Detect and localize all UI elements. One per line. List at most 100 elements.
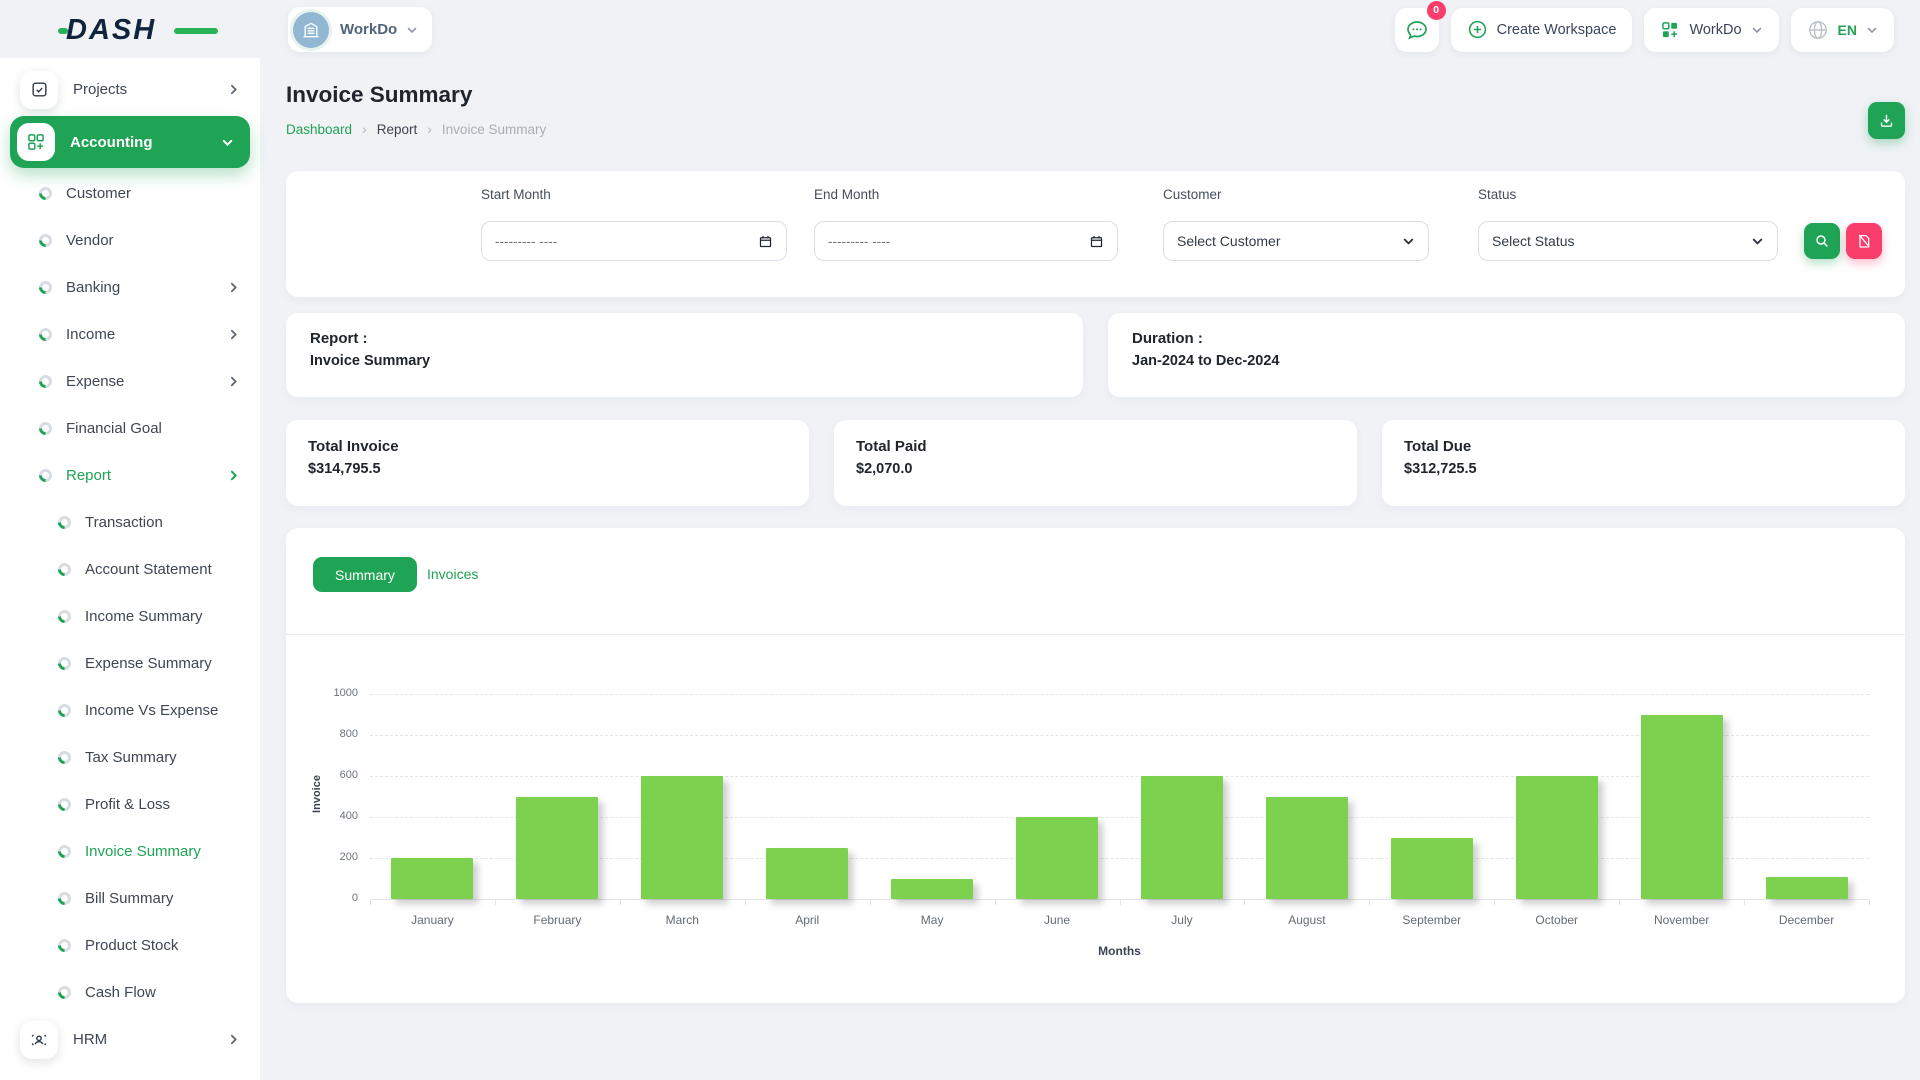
status-label: Status (1478, 187, 1516, 202)
donut-icon (36, 466, 54, 484)
breadcrumb-current: Invoice Summary (442, 122, 546, 137)
breadcrumb-dashboard[interactable]: Dashboard (286, 122, 352, 137)
search-icon (1814, 233, 1830, 249)
gridline (370, 694, 1869, 695)
reset-filter-button[interactable] (1846, 223, 1882, 259)
workspace-switcher[interactable]: WorkDo (288, 7, 432, 52)
notification-badge: 0 (1427, 1, 1446, 20)
sidebar-item-income[interactable]: Income (0, 311, 260, 358)
sidebar-item-expense-summary[interactable]: Expense Summary (0, 640, 260, 687)
sidebar-item-accounting[interactable]: Accounting (10, 116, 250, 168)
sidebar-item-invoice-summary[interactable]: Invoice Summary (0, 828, 260, 875)
bar-february[interactable] (516, 797, 598, 900)
bar-august[interactable] (1266, 797, 1348, 900)
customer-select[interactable]: Select Customer (1163, 221, 1429, 261)
sidebar-item-transaction[interactable]: Transaction (0, 499, 260, 546)
total-due-label: Total Due (1404, 438, 1883, 455)
bar-may[interactable] (891, 879, 973, 900)
create-workspace-button[interactable]: Create Workspace (1451, 8, 1633, 52)
sidebar-item-financial-goal[interactable]: Financial Goal (0, 405, 260, 452)
breadcrumb: Dashboard › Report › Invoice Summary (286, 121, 1905, 137)
total-invoice-card: Total Invoice $314,795.5 (286, 420, 809, 506)
total-paid-value: $2,070.0 (856, 461, 1335, 477)
main-content: Invoice Summary Dashboard › Report › Inv… (286, 58, 1905, 1003)
sidebar-item-tax-summary[interactable]: Tax Summary (0, 734, 260, 781)
donut-icon (55, 607, 73, 625)
download-button[interactable] (1868, 102, 1905, 139)
bar-september[interactable] (1391, 838, 1473, 900)
sidebar-item-projects[interactable]: Projects (0, 66, 260, 113)
bar-january[interactable] (391, 858, 473, 899)
chat-bubble-icon (1405, 18, 1429, 42)
total-paid-label: Total Paid (856, 438, 1335, 455)
sidebar-item-income-summary[interactable]: Income Summary (0, 593, 260, 640)
sidebar-item-bill-summary[interactable]: Bill Summary (0, 875, 260, 922)
chevron-right-icon (227, 281, 240, 294)
chevron-down-icon (1751, 235, 1764, 248)
sidebar-item-expense[interactable]: Expense (0, 358, 260, 405)
sidebar-item-account-statement[interactable]: Account Statement (0, 546, 260, 593)
x-axis-tickmark (1744, 899, 1745, 905)
breadcrumb-report[interactable]: Report (377, 122, 418, 137)
duration-label: Duration : (1132, 330, 1881, 347)
sidebar-item-product-stock[interactable]: Product Stock (0, 922, 260, 969)
x-axis-tickmark (1120, 899, 1121, 905)
app-logo[interactable]: DASH (66, 16, 196, 44)
end-month-input[interactable]: --------- ---- (814, 221, 1118, 261)
donut-icon (36, 325, 54, 343)
start-month-input[interactable]: --------- ---- (481, 221, 787, 261)
sidebar-item-banking[interactable]: Banking (0, 264, 260, 311)
bar-july[interactable] (1141, 776, 1223, 899)
logo-text: DASH (66, 14, 156, 46)
sidebar-item-report[interactable]: Report (0, 452, 260, 499)
filter-panel: Start Month --------- ---- End Month ---… (286, 171, 1905, 297)
sidebar-item-hrm[interactable]: HRM (0, 1016, 260, 1063)
sidebar-item-profit-loss[interactable]: Profit & Loss (0, 781, 260, 828)
bar-october[interactable] (1516, 776, 1598, 899)
sidebar-item-income-vs-expense[interactable]: Income Vs Expense (0, 687, 260, 734)
logo-accent-dot (58, 28, 68, 34)
bar-december[interactable] (1766, 877, 1848, 899)
workdo-menu-button[interactable]: WorkDo (1644, 8, 1778, 52)
x-axis-label: November (1622, 913, 1742, 927)
total-due-value: $312,725.5 (1404, 461, 1883, 477)
top-header: DASH WorkDo 0 Create Workspace (0, 0, 1920, 58)
customer-label: Customer (1163, 187, 1222, 202)
logo-accent-bar (174, 28, 218, 34)
language-selector[interactable]: EN (1791, 8, 1894, 52)
x-axis-tickmark (870, 899, 871, 905)
bar-april[interactable] (766, 848, 848, 899)
bar-june[interactable] (1016, 817, 1098, 899)
duration-value: Jan-2024 to Dec-2024 (1132, 353, 1881, 369)
chevron-down-icon (1402, 235, 1415, 248)
messages-button[interactable]: 0 (1395, 8, 1439, 52)
apply-filter-button[interactable] (1804, 223, 1840, 259)
sidebar-item-cash-flow[interactable]: Cash Flow (0, 969, 260, 1016)
workdo-menu-label: WorkDo (1689, 22, 1741, 38)
x-axis-label: March (622, 913, 742, 927)
x-axis-label: January (372, 913, 492, 927)
bar-november[interactable] (1641, 715, 1723, 900)
create-workspace-label: Create Workspace (1497, 22, 1617, 38)
total-paid-card: Total Paid $2,070.0 (834, 420, 1357, 506)
sidebar-item-vendor[interactable]: Vendor (0, 217, 260, 264)
donut-icon (36, 419, 54, 437)
status-select[interactable]: Select Status (1478, 221, 1778, 261)
x-axis-tickmark (1244, 899, 1245, 905)
chevron-right-icon (227, 1033, 240, 1046)
x-axis-tickmark (1369, 899, 1370, 905)
x-axis-label: July (1122, 913, 1242, 927)
donut-icon (55, 795, 73, 813)
x-axis-label: December (1747, 913, 1867, 927)
bar-march[interactable] (641, 776, 723, 899)
x-axis-tickmark (370, 899, 371, 905)
grid-plus-icon (26, 132, 46, 152)
sidebar-item-customer[interactable]: Customer (0, 170, 260, 217)
donut-icon (55, 701, 73, 719)
chevron-separator-icon: › (362, 121, 367, 137)
y-axis-tick: 600 (286, 769, 358, 781)
chevron-down-icon (221, 136, 234, 149)
start-month-label: Start Month (481, 187, 551, 202)
chevron-right-icon (227, 83, 240, 96)
x-axis-tickmark (745, 899, 746, 905)
